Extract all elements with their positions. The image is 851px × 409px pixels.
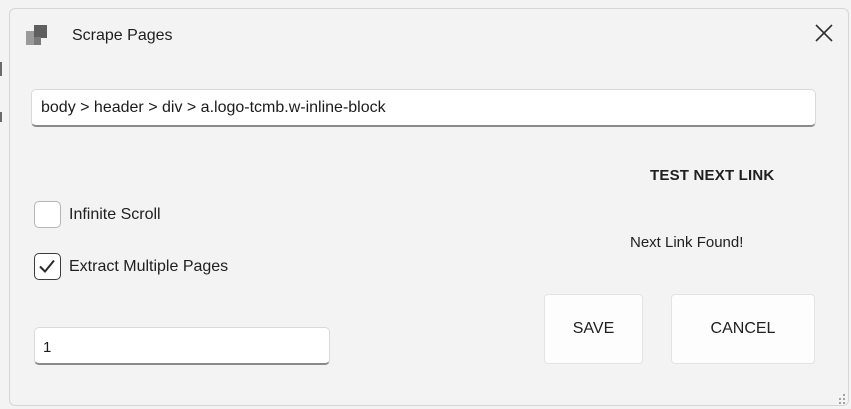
close-icon[interactable] [812, 21, 836, 45]
left-edge-mark [0, 112, 2, 122]
infinite-scroll-checkbox[interactable] [34, 201, 61, 228]
next-link-status: Next Link Found! [630, 234, 744, 251]
app-blocks-icon [26, 25, 47, 45]
page-count-input[interactable] [34, 327, 330, 365]
scrape-pages-dialog: Scrape Pages TEST NEXT LINK Next Link Fo… [9, 8, 849, 406]
extract-multiple-pages-label: Extract Multiple Pages [69, 257, 229, 275]
infinite-scroll-option[interactable]: Infinite Scroll [34, 201, 161, 228]
extract-multiple-pages-option[interactable]: Extract Multiple Pages [34, 253, 228, 280]
infinite-scroll-label: Infinite Scroll [69, 205, 161, 223]
resize-grip-icon[interactable] [837, 392, 847, 404]
extract-multiple-pages-checkbox[interactable] [34, 253, 61, 280]
checkmark-icon [39, 259, 55, 273]
test-next-link-button[interactable]: TEST NEXT LINK [650, 167, 774, 184]
dialog-title: Scrape Pages [72, 27, 173, 44]
cancel-button[interactable]: CANCEL [671, 294, 815, 364]
left-edge-mark [0, 62, 2, 76]
css-selector-input[interactable] [31, 89, 816, 127]
save-button[interactable]: SAVE [544, 294, 643, 364]
